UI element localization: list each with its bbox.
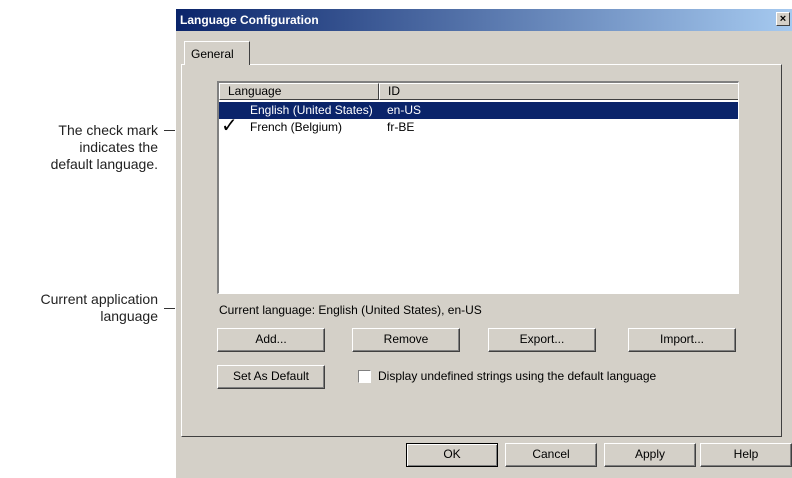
- column-header-language[interactable]: Language: [219, 83, 379, 100]
- language-list[interactable]: Language ID English (United States) en-U…: [217, 81, 739, 294]
- column-header-id[interactable]: ID: [379, 83, 738, 100]
- annotation-line: Current application: [40, 291, 158, 307]
- close-icon: ×: [779, 13, 787, 25]
- list-header: Language ID: [219, 83, 738, 100]
- current-language-annotation: Current application language: [40, 291, 158, 325]
- cancel-button[interactable]: Cancel: [505, 443, 597, 467]
- tab-general[interactable]: General: [184, 41, 250, 65]
- list-row-french[interactable]: ✓ French (Belgium) fr-BE: [219, 115, 738, 137]
- add-button[interactable]: Add...: [217, 328, 325, 352]
- current-language-text: Current language: English (United States…: [219, 303, 482, 317]
- id-cell: en-US: [387, 103, 422, 117]
- apply-button[interactable]: Apply: [604, 443, 696, 467]
- annotation-line: default language.: [50, 156, 158, 172]
- dialog-title: Language Configuration: [180, 13, 319, 27]
- list-row-english[interactable]: English (United States) en-US: [219, 102, 738, 119]
- default-check-icon: ✓: [221, 115, 238, 137]
- annotation-line: language: [100, 308, 158, 324]
- language-cell: English (United States): [250, 103, 373, 117]
- annotation-line: indicates the: [79, 139, 158, 155]
- help-button[interactable]: Help: [700, 443, 792, 467]
- annotation-line: The check mark: [58, 122, 158, 138]
- language-cell: French (Belgium): [250, 120, 343, 134]
- check-mark-annotation: The check mark indicates the default lan…: [51, 122, 158, 173]
- checkbox-label: Display undefined strings using the defa…: [378, 369, 657, 383]
- title-bar: Language Configuration ×: [176, 9, 792, 31]
- remove-button[interactable]: Remove: [352, 328, 460, 352]
- language-configuration-dialog: Language Configuration × General Languag…: [175, 8, 792, 478]
- set-as-default-button[interactable]: Set As Default: [217, 365, 325, 389]
- close-button[interactable]: ×: [776, 12, 790, 26]
- export-button[interactable]: Export...: [488, 328, 596, 352]
- ok-button[interactable]: OK: [406, 443, 498, 467]
- tab-label: General: [191, 47, 234, 61]
- id-cell: fr-BE: [387, 120, 415, 134]
- display-undefined-strings-checkbox[interactable]: [358, 370, 371, 383]
- import-button[interactable]: Import...: [628, 328, 736, 352]
